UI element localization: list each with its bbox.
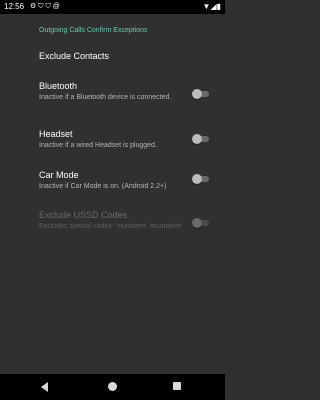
pref-title: Exclude USSD Codes <box>39 210 128 220</box>
at-icon: @ <box>52 3 62 10</box>
pref-summary: Excludes special codes: *number#, #numbe… <box>39 223 182 230</box>
status-time: 12:56 <box>4 2 25 11</box>
switch-thumb <box>192 89 202 99</box>
navigation-bar <box>0 374 225 400</box>
status-notification-icons: ⚙⛉⛉@ <box>30 0 62 14</box>
status-system-icons: ▼◢▮ <box>203 0 221 14</box>
headset-switch[interactable] <box>192 134 210 144</box>
pref-title: Exclude Contacts <box>39 51 110 61</box>
pref-headset[interactable]: Headset Inactive if a wired Headset is p… <box>39 128 189 150</box>
car-mode-switch[interactable] <box>192 174 210 184</box>
pref-summary: Inactive if a Bluetooth device is connec… <box>39 94 172 101</box>
exclude-ussd-switch <box>192 218 210 228</box>
pref-car-mode[interactable]: Car Mode Inactive if Car Mode is on. (An… <box>39 169 189 191</box>
pref-summary: Inactive if a wired Headset is plugged. <box>39 142 157 149</box>
back-icon[interactable] <box>41 382 48 392</box>
status-bar: 12:56 ⚙⛉⛉@ ▼◢▮ <box>0 0 225 14</box>
pref-title: Headset <box>39 129 73 139</box>
shield-icon: ⛉ <box>38 3 46 10</box>
home-icon[interactable] <box>108 382 117 391</box>
pref-bluetooth[interactable]: Bluetooth Inactive if a Bluetooth device… <box>39 80 189 102</box>
pref-summary: Inactive if Car Mode is on. (Android 2.2… <box>39 183 167 190</box>
pref-title: Bluetooth <box>39 81 78 91</box>
pref-exclude-contacts[interactable]: Exclude Contacts <box>39 50 189 62</box>
shield-icon: ⛉ <box>45 3 53 10</box>
bluetooth-switch[interactable] <box>192 89 210 99</box>
recents-icon[interactable] <box>173 382 181 390</box>
switch-thumb <box>192 134 202 144</box>
switch-thumb <box>192 218 202 228</box>
pref-title: Car Mode <box>39 170 79 180</box>
section-header: Outgoing Calls Confirm Exceptions <box>39 27 148 34</box>
switch-thumb <box>192 174 202 184</box>
battery-icon: ▮ <box>216 2 221 11</box>
settings-list: Outgoing Calls Confirm Exceptions Exclud… <box>0 14 225 374</box>
pref-exclude-ussd: Exclude USSD Codes Excludes special code… <box>39 209 189 231</box>
